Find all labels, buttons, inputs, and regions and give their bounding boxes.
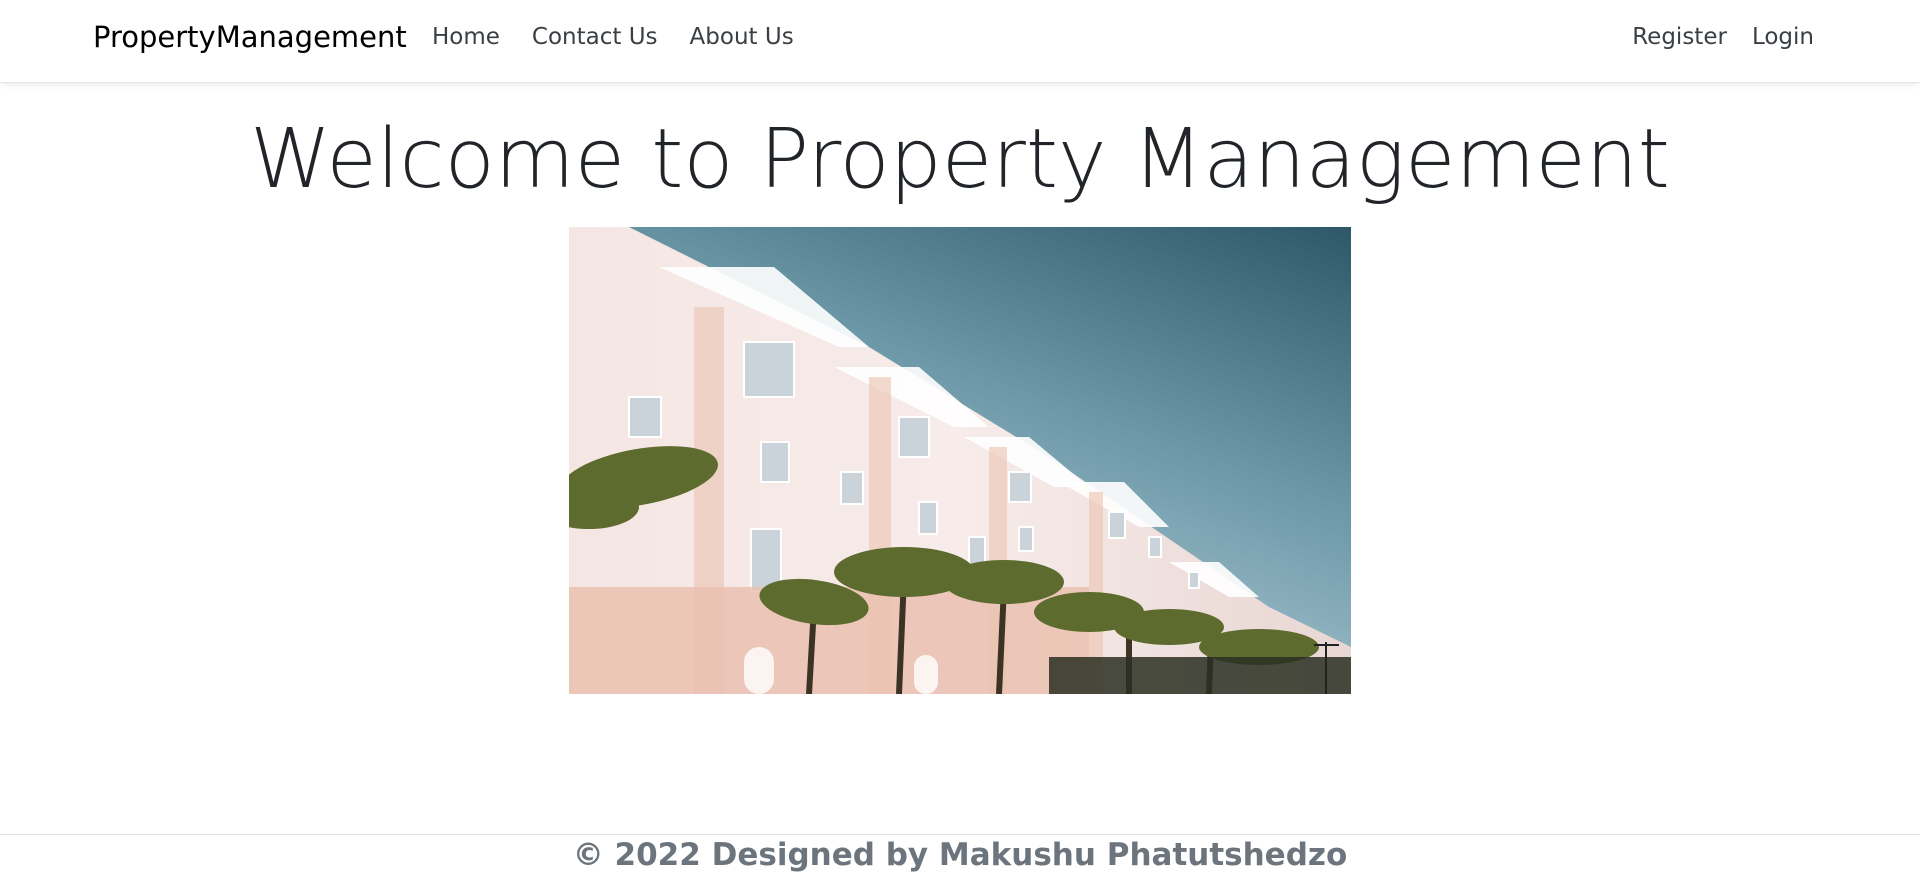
building-illustration: [569, 227, 1351, 694]
nav-about-link[interactable]: About Us: [690, 24, 794, 50]
nav-home-link[interactable]: Home: [432, 24, 500, 50]
login-link[interactable]: Login: [1752, 24, 1814, 50]
main-nav: Home Contact Us About Us: [432, 24, 794, 50]
page-title: Welcome to Property Management: [250, 112, 1670, 207]
register-link[interactable]: Register: [1632, 24, 1727, 50]
account-nav: Register Login: [1632, 24, 1814, 50]
top-navbar: PropertyManagement Home Contact Us About…: [0, 0, 1920, 83]
page-footer: © 2022 Designed by Makushu Phatutshedzo: [0, 834, 1920, 876]
brand-link[interactable]: PropertyManagement: [93, 20, 407, 54]
nav-contact-link[interactable]: Contact Us: [532, 24, 658, 50]
building-image: [569, 227, 1351, 694]
footer-copyright: © 2022 Designed by Makushu Phatutshedzo: [572, 837, 1348, 873]
